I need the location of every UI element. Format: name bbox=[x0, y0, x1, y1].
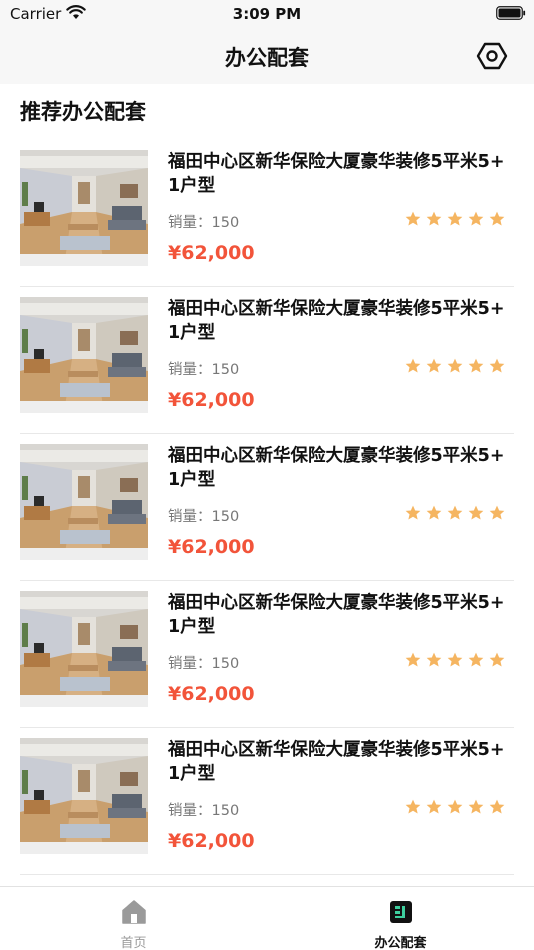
product-sales: 销量：150 bbox=[168, 656, 240, 672]
product-list-item[interactable]: 福田中心区新华保险大厦豪华装修5平米5+1户型销量：150 ¥62,000 bbox=[0, 287, 534, 434]
star-icon bbox=[446, 357, 464, 375]
star-icon bbox=[425, 210, 443, 228]
settings-button[interactable] bbox=[474, 38, 510, 74]
home-icon bbox=[122, 900, 146, 924]
star-icon bbox=[446, 798, 464, 816]
product-thumbnail bbox=[20, 591, 148, 707]
product-price: ¥62,000 bbox=[168, 536, 255, 558]
product-title: 福田中心区新华保险大厦豪华装修5平米5+1户型 bbox=[168, 299, 505, 343]
star-icon bbox=[488, 504, 506, 522]
star-icon bbox=[467, 210, 485, 228]
product-rating bbox=[404, 651, 506, 669]
product-price: ¥62,000 bbox=[168, 389, 255, 411]
star-icon bbox=[446, 651, 464, 669]
product-thumbnail bbox=[20, 150, 148, 266]
product-price: ¥62,000 bbox=[168, 242, 255, 264]
product-list-item[interactable]: 福田中心区新华保险大厦豪华装修5平米5+1户型销量：150 ¥62,000 bbox=[0, 581, 534, 728]
navigation-bar: 办公配套 bbox=[0, 28, 534, 84]
star-icon bbox=[467, 651, 485, 669]
star-icon bbox=[488, 210, 506, 228]
star-icon bbox=[404, 504, 422, 522]
tab-home[interactable]: 首页 bbox=[0, 887, 267, 950]
product-list-item[interactable]: 福田中心区新华保险大厦豪华装修5平米5+1户型销量：150 ¥62,000 bbox=[0, 728, 534, 875]
product-rating bbox=[404, 504, 506, 522]
star-icon bbox=[404, 798, 422, 816]
star-icon bbox=[404, 357, 422, 375]
office-icon bbox=[390, 901, 412, 923]
star-icon bbox=[467, 798, 485, 816]
product-rating bbox=[404, 210, 506, 228]
section-title: 推荐办公配套 bbox=[20, 100, 146, 124]
status-time: 3:09 PM bbox=[232, 5, 302, 23]
product-title: 福田中心区新华保险大厦豪华装修5平米5+1户型 bbox=[168, 593, 505, 637]
star-icon bbox=[425, 651, 443, 669]
tab-office-label: 办公配套 bbox=[374, 936, 427, 950]
product-thumbnail bbox=[20, 444, 148, 560]
tab-bar: 首页 办公配套 bbox=[0, 886, 534, 950]
star-icon bbox=[404, 651, 422, 669]
star-icon bbox=[404, 210, 422, 228]
product-title: 福田中心区新华保险大厦豪华装修5平米5+1户型 bbox=[168, 446, 505, 490]
product-price: ¥62,000 bbox=[168, 830, 255, 852]
product-list-item[interactable]: 福田中心区新华保险大厦豪华装修5平米5+1户型销量：150 ¥62,000 bbox=[0, 434, 534, 581]
product-sales: 销量：150 bbox=[168, 509, 240, 525]
product-thumbnail bbox=[20, 738, 148, 854]
product-list: 福田中心区新华保险大厦豪华装修5平米5+1户型 销量：150 ¥62,000 福田中… bbox=[0, 140, 534, 875]
product-rating bbox=[404, 357, 506, 375]
star-icon bbox=[446, 504, 464, 522]
star-icon bbox=[425, 798, 443, 816]
settings-icon bbox=[476, 42, 508, 70]
battery-icon bbox=[496, 6, 526, 20]
product-sales: 销量：150 bbox=[168, 803, 240, 819]
product-thumbnail bbox=[20, 297, 148, 413]
product-list-item[interactable]: 福田中心区新华保险大厦豪华装修5平米5+1户型销量：150 ¥62,000 bbox=[0, 140, 534, 287]
star-icon bbox=[425, 357, 443, 375]
status-bar: Carrier 3:09 PM bbox=[0, 0, 534, 28]
product-rating bbox=[404, 798, 506, 816]
product-sales: 销量：150 bbox=[168, 215, 240, 231]
star-icon bbox=[446, 210, 464, 228]
product-sales: 销量：150 bbox=[168, 362, 240, 378]
product-title: 福田中心区新华保险大厦豪华装修5平米5+1户型 bbox=[168, 740, 505, 784]
star-icon bbox=[467, 357, 485, 375]
star-icon bbox=[488, 651, 506, 669]
tab-office[interactable]: 办公配套 bbox=[267, 887, 534, 950]
product-title: 福田中心区新华保险大厦豪华装修5平米5+1户型 bbox=[168, 152, 505, 196]
tab-home-label: 首页 bbox=[120, 936, 147, 950]
star-icon bbox=[488, 798, 506, 816]
star-icon bbox=[488, 357, 506, 375]
page-title: 办公配套 bbox=[225, 46, 309, 70]
product-price: ¥62,000 bbox=[168, 683, 255, 705]
star-icon bbox=[467, 504, 485, 522]
star-icon bbox=[425, 504, 443, 522]
